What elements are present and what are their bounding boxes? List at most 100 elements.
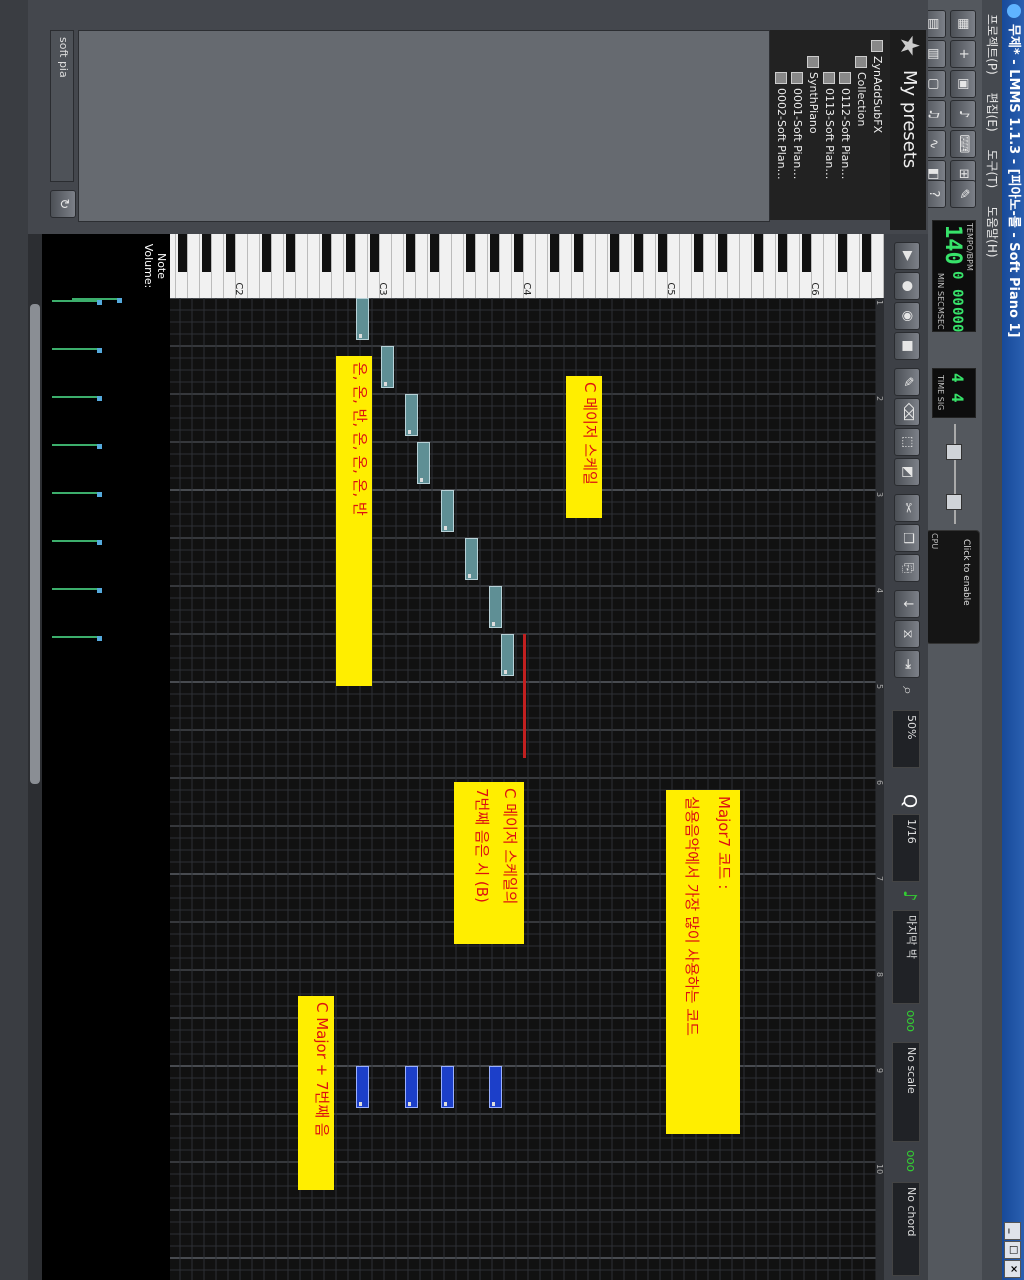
marker-icon[interactable]: ⇥ bbox=[894, 650, 920, 678]
master-pitch-slider[interactable] bbox=[946, 464, 962, 524]
octave-label: C6 bbox=[809, 282, 820, 296]
key-separator bbox=[475, 234, 476, 298]
bar-number: 4 bbox=[875, 588, 884, 594]
copy-icon[interactable]: ❐ bbox=[894, 524, 920, 552]
tree-item[interactable]: ZynAddSubFX bbox=[871, 40, 884, 133]
tree-item[interactable]: SynthPiano bbox=[807, 56, 820, 134]
piano-roll-icon[interactable]: ⌨ bbox=[950, 130, 976, 158]
note[interactable] bbox=[381, 346, 394, 388]
cpu-graph[interactable]: Click to enable CPU bbox=[926, 530, 980, 644]
folder-icon bbox=[855, 56, 867, 68]
volume-bar[interactable] bbox=[52, 636, 100, 638]
detune-tool-icon[interactable]: ◩ bbox=[894, 458, 920, 486]
note[interactable] bbox=[417, 442, 430, 484]
stop-icon[interactable]: ■ bbox=[894, 332, 920, 360]
annotation: C 메이저 스케일 bbox=[566, 376, 602, 518]
key-separator bbox=[823, 234, 824, 298]
volume-bar[interactable] bbox=[52, 588, 100, 590]
record-icon[interactable]: ● bbox=[894, 272, 920, 300]
menu-edit[interactable]: 편집(E) bbox=[985, 93, 999, 132]
tree-item[interactable]: Collection bbox=[855, 56, 868, 126]
note-volume-lane[interactable]: Note Volume: bbox=[42, 234, 170, 1280]
tree-item[interactable]: 0002-Soft Plan… bbox=[775, 72, 788, 180]
volume-bar[interactable] bbox=[52, 300, 100, 302]
reload-icon[interactable]: ↻ bbox=[50, 190, 76, 218]
menu-project[interactable]: 프로젝트(P) bbox=[985, 14, 999, 75]
key-separator bbox=[799, 234, 800, 298]
record-play-icon[interactable]: ◉ bbox=[894, 302, 920, 330]
save-project-icon[interactable]: ▣ bbox=[950, 70, 976, 98]
chord-icon: ooo bbox=[904, 1150, 918, 1173]
scale-icon: ooo bbox=[904, 1010, 918, 1033]
zoom-select[interactable]: 50% bbox=[892, 710, 920, 768]
paste-icon[interactable]: ⎘ bbox=[894, 554, 920, 582]
note-length-select[interactable]: 마지막 박 bbox=[892, 910, 920, 1004]
volume-bar[interactable] bbox=[72, 298, 120, 300]
key-separator bbox=[211, 234, 212, 298]
window-title: 무제* - LMMS 1.1.3 - [피아노-롤 - Soft Piano 1… bbox=[1006, 24, 1021, 338]
close-button[interactable]: × bbox=[1004, 1260, 1021, 1278]
key-separator bbox=[319, 234, 320, 298]
scroll-down-icon[interactable]: ↓ bbox=[894, 590, 920, 618]
play-icon[interactable]: ▶ bbox=[894, 242, 920, 270]
chord-note[interactable] bbox=[356, 1066, 369, 1108]
annotation-box: Major7 코드 : 실용음악에서 가장 많이 사용하는 코드 bbox=[666, 790, 740, 1134]
cut-icon[interactable]: ✂ bbox=[894, 494, 920, 522]
key-separator bbox=[835, 234, 836, 298]
chord-note[interactable] bbox=[405, 1066, 418, 1108]
chord-note[interactable] bbox=[441, 1066, 454, 1108]
draw-tool-icon[interactable]: ✎ bbox=[894, 368, 920, 396]
key-separator bbox=[739, 234, 740, 298]
note[interactable] bbox=[489, 586, 502, 628]
tree-item[interactable]: 0113-Soft Pian… bbox=[823, 72, 836, 179]
volume-bar[interactable] bbox=[52, 540, 100, 542]
chord-select[interactable]: No chord bbox=[892, 1182, 920, 1276]
timesig-label: TIME SIG bbox=[936, 375, 945, 411]
note[interactable] bbox=[465, 538, 478, 580]
note[interactable] bbox=[405, 394, 418, 436]
timeline-ruler[interactable]: 1 2 3 4 5 6 7 8 9 10 bbox=[875, 298, 884, 1280]
key-separator bbox=[367, 234, 368, 298]
quantize-icon[interactable]: ⧖ bbox=[894, 620, 920, 648]
annotation: C 메이저 스케일의 bbox=[501, 788, 519, 905]
volume-bar[interactable] bbox=[52, 396, 100, 398]
note[interactable] bbox=[356, 298, 369, 340]
quantize-select[interactable]: 1/16 bbox=[892, 814, 920, 882]
open-project-icon[interactable]: + bbox=[950, 40, 976, 68]
bar-number: 5 bbox=[875, 684, 884, 690]
minimize-button[interactable]: _ bbox=[1004, 1222, 1021, 1240]
menu-tools[interactable]: 도구(T) bbox=[985, 149, 999, 188]
scrollbar-thumb[interactable] bbox=[30, 304, 40, 784]
tree-item[interactable]: 0001-Soft Pian… bbox=[791, 72, 804, 179]
timesig-display[interactable]: 4 4 TIME SIG bbox=[932, 368, 976, 418]
sidebar-header: ★ My presets bbox=[890, 30, 926, 230]
erase-tool-icon[interactable]: ⌫ bbox=[894, 398, 920, 426]
maximize-button[interactable]: □ bbox=[1004, 1241, 1021, 1259]
annotation: C Major + 7번째 음 bbox=[298, 996, 334, 1190]
tree-item[interactable]: 0112-Soft Pian… bbox=[839, 72, 852, 179]
bar-number: 8 bbox=[875, 972, 884, 978]
key-separator bbox=[427, 234, 428, 298]
cpu-label: CPU bbox=[930, 533, 939, 550]
key-separator bbox=[883, 234, 884, 298]
octave-label: C4 bbox=[521, 282, 532, 296]
tempo-display[interactable]: TEMPO/BPM 140 0 MIN 00 SEC 000 MSEC bbox=[932, 220, 976, 332]
horizontal-scrollbar[interactable] bbox=[28, 234, 42, 1280]
notes-icon[interactable]: ✎ bbox=[950, 180, 976, 208]
scale-select[interactable]: No scale bbox=[892, 1042, 920, 1142]
new-project-icon[interactable]: ▦ bbox=[950, 10, 976, 38]
star-icon: ★ bbox=[894, 34, 924, 58]
note[interactable] bbox=[501, 634, 514, 676]
volume-bar[interactable] bbox=[52, 492, 100, 494]
filter-field[interactable]: soft pia bbox=[50, 30, 74, 182]
volume-bar[interactable] bbox=[52, 348, 100, 350]
chord-note[interactable] bbox=[489, 1066, 502, 1108]
volume-bar[interactable] bbox=[52, 444, 100, 446]
key-separator bbox=[595, 234, 596, 298]
note[interactable] bbox=[441, 490, 454, 532]
piano-keyboard[interactable]: C2 C3 C4 C5 C6 bbox=[170, 234, 884, 298]
select-tool-icon[interactable]: ⬚ bbox=[894, 428, 920, 456]
menu-help[interactable]: 도움말(H) bbox=[985, 206, 999, 258]
song-editor-icon[interactable]: ♪ bbox=[950, 100, 976, 128]
